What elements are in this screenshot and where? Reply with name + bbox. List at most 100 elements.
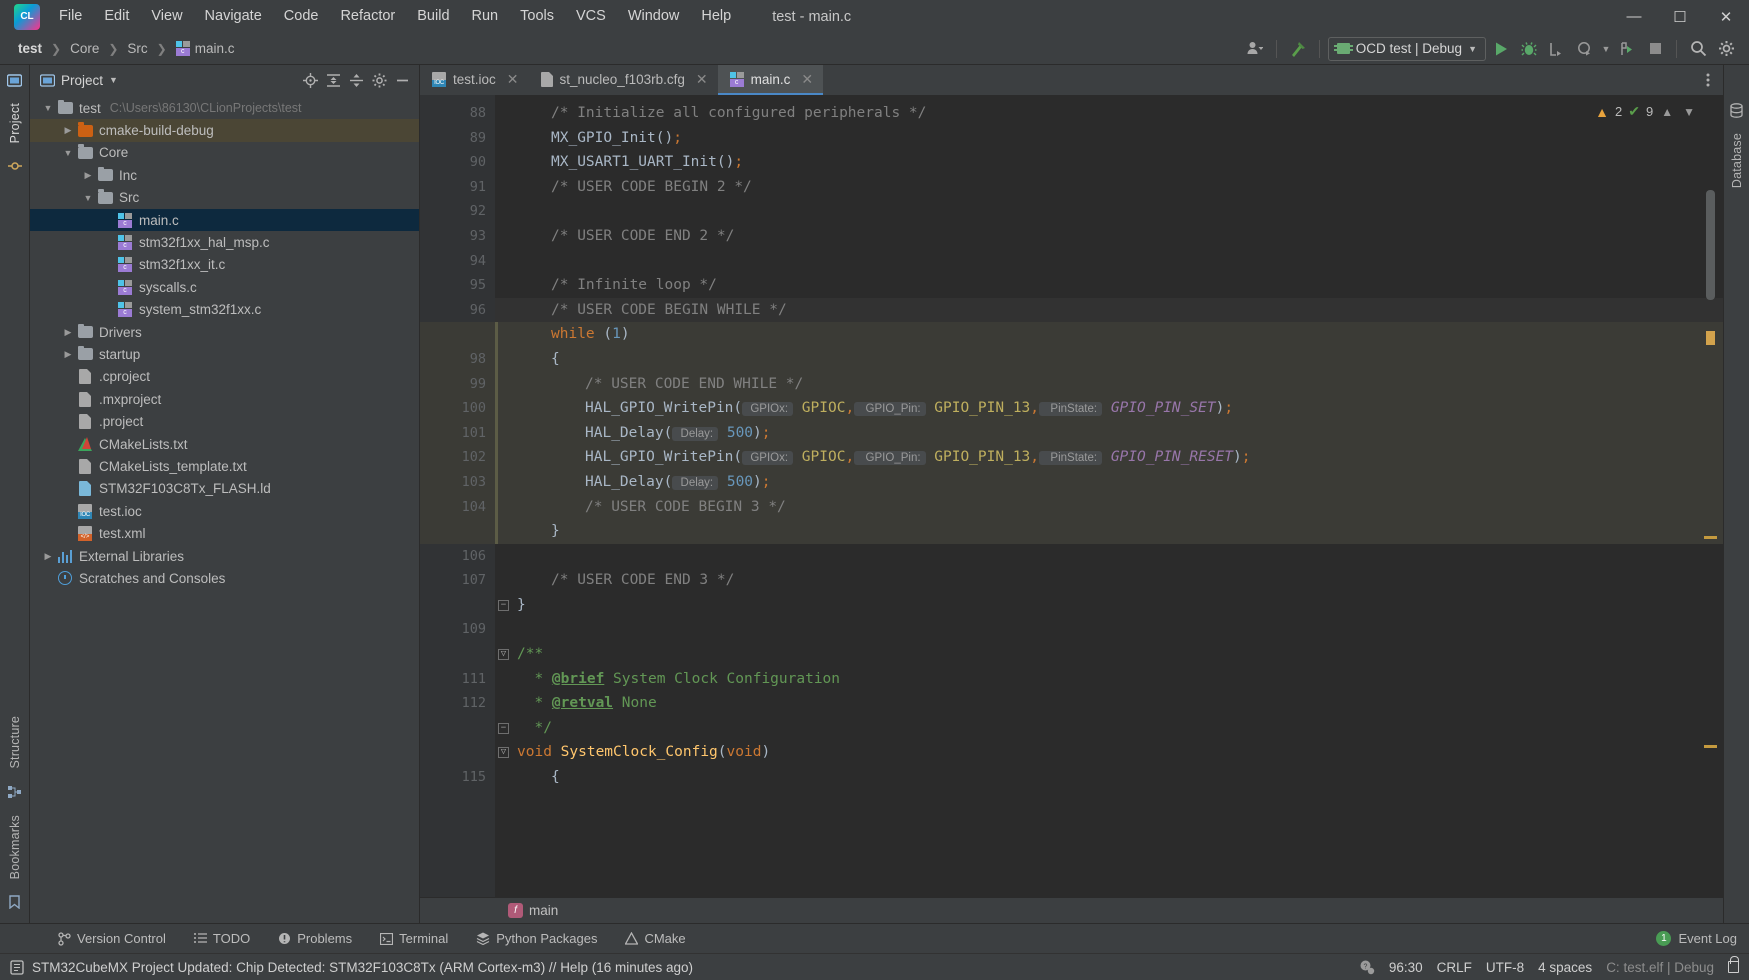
stop-icon[interactable] — [1642, 36, 1668, 62]
commit-tool-icon[interactable] — [6, 157, 24, 175]
code-line[interactable]: * @retval None — [495, 691, 1723, 716]
event-log-area[interactable]: 1 Event Log — [1656, 931, 1749, 946]
code-line[interactable]: /* USER CODE BEGIN 2 */ — [495, 175, 1723, 200]
code-line[interactable]: { — [495, 346, 1723, 372]
code-line[interactable]: /* USER CODE BEGIN 3 */ — [495, 494, 1723, 520]
attach-profile-icon[interactable] — [1544, 36, 1570, 62]
scrollbar-marker-2[interactable] — [1704, 745, 1717, 748]
tree-node--mxproject[interactable]: .mxproject — [30, 388, 419, 410]
chevron-right-icon[interactable]: ▶ — [80, 170, 96, 181]
menu-item-vcs[interactable]: VCS — [565, 0, 617, 33]
tree-node-test-xml[interactable]: </> test.xml — [30, 522, 419, 544]
debug-icon[interactable] — [1516, 36, 1542, 62]
code-line[interactable] — [495, 617, 1723, 642]
line-number[interactable]: 89 — [420, 126, 495, 151]
line-number-gutter[interactable]: 888990919293949596−9899100101102103104−1… — [420, 95, 509, 897]
code-editor[interactable]: 888990919293949596−9899100101102103104−1… — [420, 95, 1723, 897]
line-number[interactable]: 94 — [420, 249, 495, 274]
menu-item-help[interactable]: Help — [690, 0, 742, 33]
status-item-3[interactable]: 4 spaces — [1538, 960, 1592, 975]
tree-node-cmakelists_template-txt[interactable]: CMakeLists_template.txt — [30, 455, 419, 477]
chevron-right-icon[interactable]: ▶ — [60, 327, 76, 338]
menu-item-code[interactable]: Code — [273, 0, 330, 33]
tree-node-startup[interactable]: ▶ startup — [30, 343, 419, 365]
menu-item-file[interactable]: File — [48, 0, 93, 33]
tree-node-cmake-build-debug[interactable]: ▶ cmake-build-debug — [30, 119, 419, 142]
chevron-right-icon[interactable]: ▶ — [60, 125, 76, 136]
chevron-down-icon[interactable]: ▼ — [109, 75, 118, 85]
code-line[interactable]: void SystemClock_Config(void)⇆ — [495, 740, 1723, 765]
status-item-1[interactable]: CRLF — [1437, 960, 1472, 975]
run-configuration-selector[interactable]: OCD test | Debug ▼ — [1327, 36, 1486, 61]
code-line[interactable]: */ — [495, 716, 1723, 741]
editor-tab-test-ioc[interactable]: IOC test.ioc ✕ — [420, 65, 529, 95]
line-number[interactable]: 109 — [420, 617, 495, 642]
chevron-down-icon[interactable]: ▼ — [80, 193, 96, 203]
tree-node--cproject[interactable]: .cproject — [30, 366, 419, 388]
chevron-down-icon[interactable]: ▼ — [1681, 105, 1697, 119]
close-icon[interactable]: ✕ — [507, 71, 519, 88]
tree-node-stm32f1xx_hal_msp-c[interactable]: c stm32f1xx_hal_msp.c — [30, 231, 419, 253]
database-icon[interactable] — [1728, 101, 1746, 119]
editor-tab-main-c[interactable]: c main.c ✕ — [717, 65, 824, 95]
lock-icon[interactable] — [1728, 956, 1739, 973]
line-number[interactable]: 93 — [420, 224, 495, 249]
code-line[interactable]: /** — [495, 642, 1723, 667]
menu-item-refactor[interactable]: Refactor — [329, 0, 406, 33]
code-line[interactable]: HAL_Delay( Delay: 500); — [495, 469, 1723, 495]
line-number[interactable]: 115 — [420, 765, 495, 790]
code-line[interactable]: /* USER CODE END WHILE */ — [495, 371, 1723, 397]
line-number[interactable]: ▽ — [420, 642, 509, 667]
menu-item-run[interactable]: Run — [461, 0, 510, 33]
line-number[interactable]: 103 — [420, 469, 495, 495]
expand-all-icon[interactable] — [322, 69, 344, 91]
run-with-arrow-icon[interactable] — [1614, 36, 1640, 62]
sidebar-item-project[interactable]: Project — [8, 95, 22, 151]
status-item-2[interactable]: UTF-8 — [1486, 960, 1524, 975]
close-button[interactable]: ✕ — [1703, 0, 1749, 33]
line-number[interactable]: 99 — [420, 371, 495, 397]
scrollbar-error-marker[interactable] — [1704, 536, 1717, 539]
menu-item-navigate[interactable]: Navigate — [194, 0, 273, 33]
line-number[interactable]: − — [420, 519, 509, 544]
menu-item-window[interactable]: Window — [617, 0, 691, 33]
code-line[interactable]: HAL_GPIO_WritePin( GPIOx: GPIOC, GPIO_Pi… — [495, 445, 1723, 470]
tool-window-version-control[interactable]: Version Control — [44, 924, 180, 954]
collapse-all-icon[interactable] — [345, 69, 367, 91]
line-number[interactable]: 98 — [420, 346, 495, 372]
tree-node-cmakelists-txt[interactable]: CMakeLists.txt — [30, 433, 419, 455]
line-number[interactable]: 95 — [420, 273, 495, 298]
editor-tab-st_nucleo_f103rb-cfg[interactable]: st_nucleo_f103rb.cfg ✕ — [529, 65, 718, 95]
line-number[interactable]: 92 — [420, 199, 495, 224]
sidebar-item-bookmarks[interactable]: Bookmarks — [8, 807, 22, 887]
inspection-widget[interactable]: ▲ 2 ✔ 9 ▲ ▼ — [1595, 103, 1697, 120]
project-tree[interactable]: ▼ test C:\Users\86130\CLionProjects\test ▶ c… — [30, 95, 419, 923]
line-number[interactable]: 88 — [420, 101, 495, 126]
code-line[interactable]: * @brief System Clock Configuration — [495, 667, 1723, 692]
project-tool-icon[interactable] — [6, 71, 24, 89]
line-number[interactable]: 111 — [420, 667, 495, 692]
tree-node-core[interactable]: ▼ Core — [30, 142, 419, 164]
tree-node-syscalls-c[interactable]: c syscalls.c — [30, 276, 419, 298]
structure-icon[interactable] — [6, 783, 24, 801]
tree-node-src[interactable]: ▼ Src — [30, 187, 419, 209]
chevron-right-icon[interactable]: ▶ — [40, 551, 56, 562]
chevron-right-icon[interactable]: ▶ — [60, 349, 76, 360]
tree-node-stm32f1xx_it-c[interactable]: c stm32f1xx_it.c — [30, 254, 419, 276]
close-icon[interactable]: ✕ — [801, 71, 813, 88]
line-number[interactable]: 107 — [420, 568, 495, 593]
code-line[interactable]: /* Initialize all configured peripherals… — [495, 101, 1723, 126]
breadcrumb-item-test[interactable]: test — [14, 39, 46, 58]
hammer-build-icon[interactable] — [1285, 36, 1311, 62]
run-icon[interactable] — [1488, 36, 1514, 62]
chevron-down-icon[interactable]: ▼ — [60, 148, 76, 158]
code-line[interactable]: } — [495, 519, 1723, 544]
code-line[interactable]: /* Infinite loop */ — [495, 273, 1723, 298]
tool-window-todo[interactable]: TODO — [180, 924, 264, 954]
code-line[interactable]: HAL_GPIO_WritePin( GPIOx: GPIOC, GPIO_Pi… — [495, 396, 1723, 421]
tool-window-terminal[interactable]: Terminal — [366, 924, 462, 954]
tree-node-inc[interactable]: ▶ Inc — [30, 164, 419, 186]
close-icon[interactable]: ✕ — [696, 71, 708, 88]
settings-gear-icon[interactable] — [1713, 36, 1739, 62]
coverage-icon[interactable] — [1572, 36, 1598, 62]
